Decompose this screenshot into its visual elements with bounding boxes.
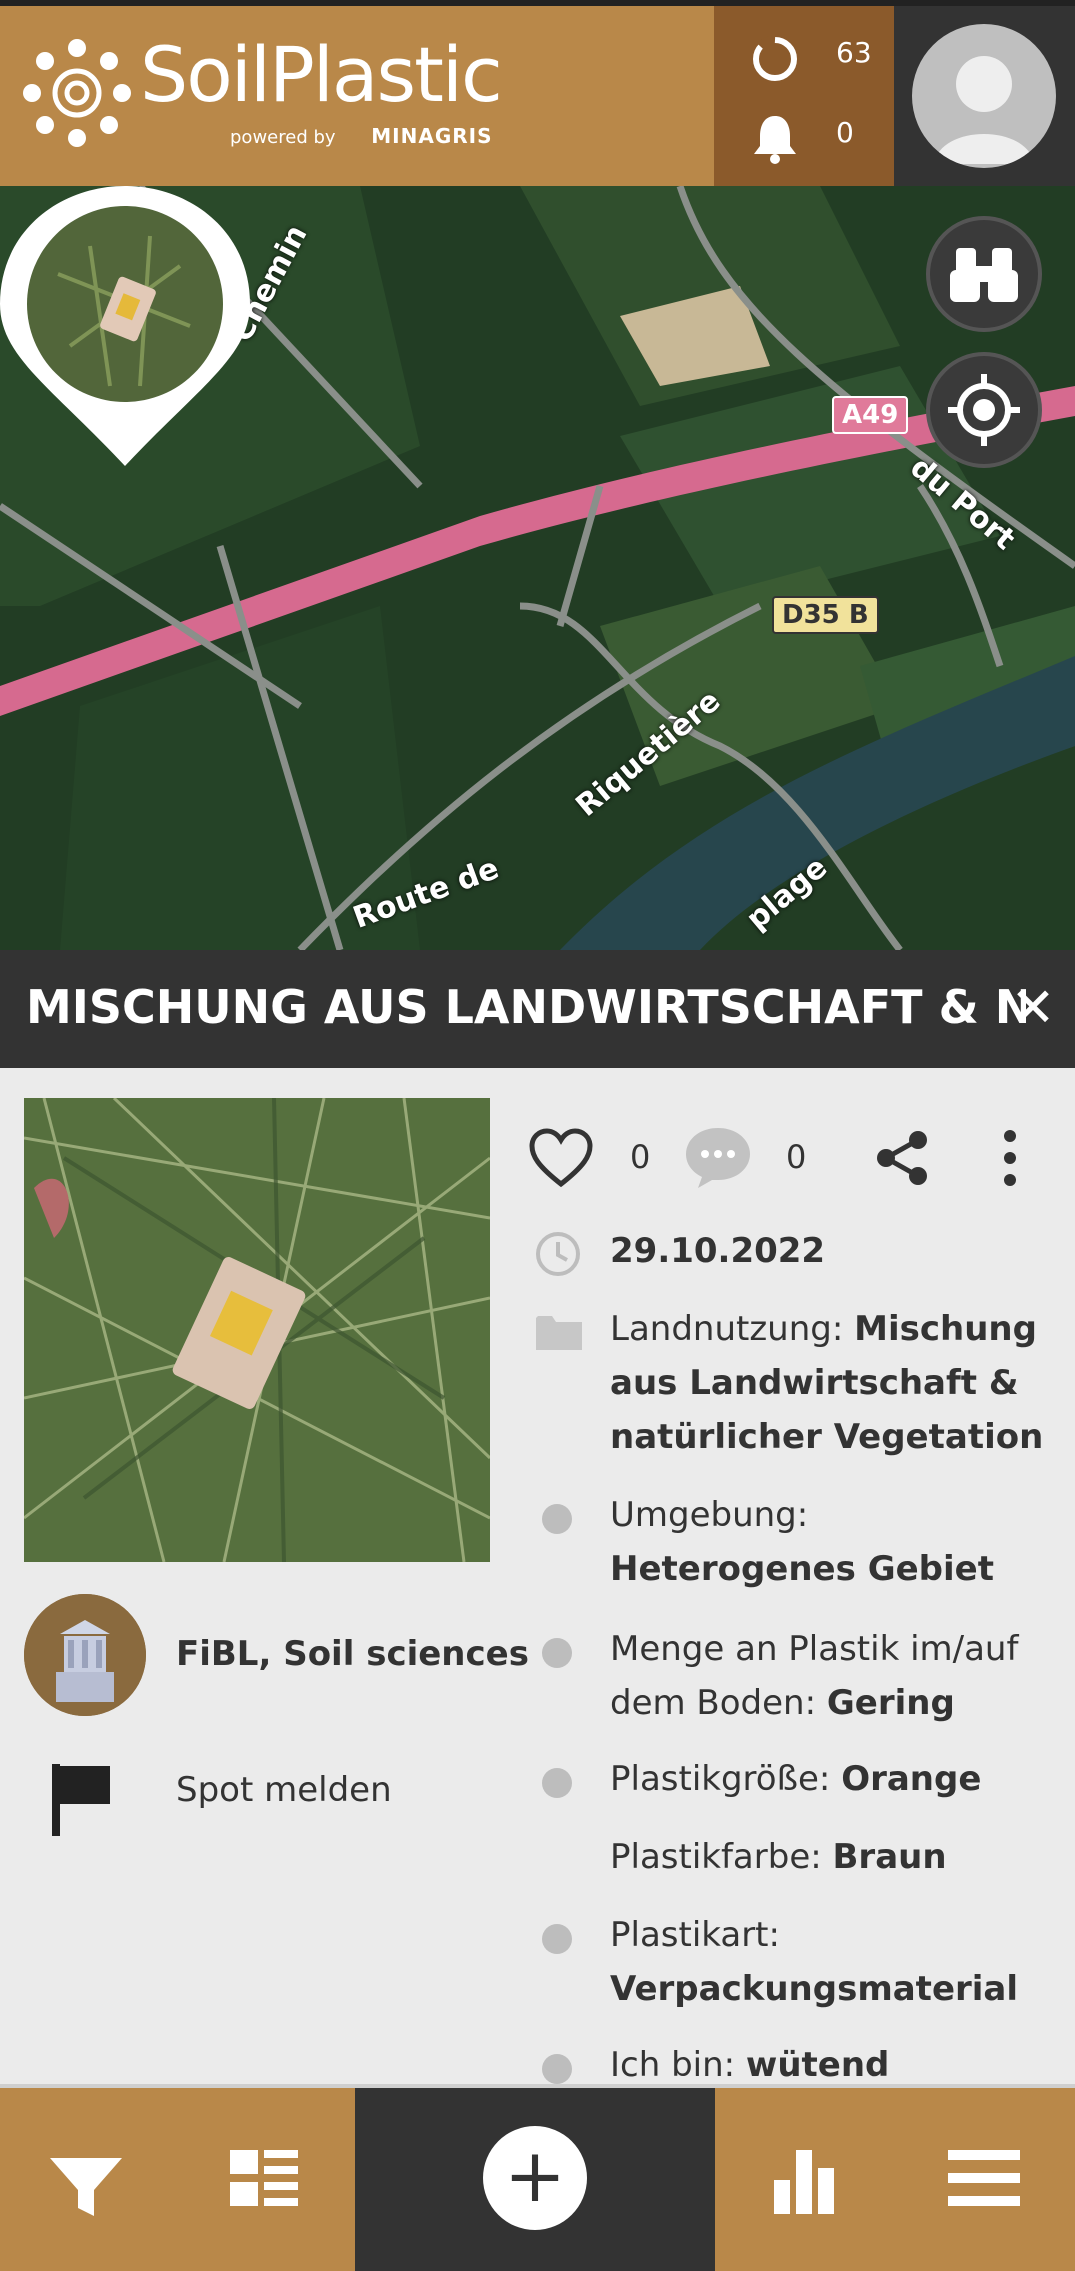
field-value: Heterogenes Gebiet [610,1549,994,1589]
field-landnutzung: Landnutzung: Mischung aus Landwirtschaft… [530,1302,1050,1472]
author-name: FiBL, Soil sciences [176,1634,529,1674]
logo-mark-icon [23,39,131,147]
bullet-icon [542,2054,572,2084]
field-label: Plastikgröße: [610,1759,842,1799]
binoculars-button[interactable] [926,216,1042,332]
spot-title: MISCHUNG AUS LANDWIRTSCHAFT & NATÜRLICHE… [26,980,1026,1034]
field-value: Gering [826,1683,955,1723]
points-counter[interactable]: 63 [736,26,886,86]
field-ich-bin: Ich bin: wütend [530,2038,1050,2084]
spot-photo[interactable] [24,1098,490,1562]
powered-by: powered by MINAGRIS [230,124,493,148]
road-badge-a49: A49 [832,396,909,434]
bell-icon [754,116,796,164]
counters-panel: 63 0 [714,6,894,186]
field-value: wütend [745,2045,890,2084]
close-button[interactable]: ✕ [1005,980,1061,1036]
field-plastikgroesse: Plastikgröße: Orange [530,1752,1050,1808]
likes-count: 0 [630,1138,651,1176]
app-logo[interactable]: SoilPlastic powered by MINAGRIS [22,30,503,156]
field-value: Orange [841,1759,982,1799]
field-label: Plastikfarbe: [610,1837,833,1877]
building-icon [24,1594,146,1716]
field-label: Landnutzung: [610,1309,855,1349]
app: SoilPlastic powered by MINAGRIS 63 0 Che… [0,0,1075,2271]
road-badge-d35b: D35 B [772,596,879,634]
powered-by-text: powered by [230,127,336,148]
field-plastikfarbe: Plastikfarbe: Braun [530,1830,1050,1886]
partner-name: MINAGRIS [371,124,493,148]
header: SoilPlastic powered by MINAGRIS 63 0 [0,0,1075,186]
share-icon[interactable] [872,1128,932,1188]
comment-icon[interactable] [682,1124,754,1190]
map-view[interactable]: Chemin du Port Riquetière Route de plage… [0,186,1075,950]
locate-button[interactable] [926,352,1042,468]
bullet-icon [542,1924,572,1954]
field-value: Verpackungsmaterial [610,1969,1019,2009]
filter-icon[interactable] [26,2118,146,2238]
field-label: Menge an Plastik im/auf dem Boden: [610,1629,1019,1723]
menu-icon[interactable] [924,2118,1044,2238]
notifications-counter[interactable]: 0 [736,106,886,166]
bullet-icon [542,1768,572,1798]
spot-title-bar: MISCHUNG AUS LANDWIRTSCHAFT & NATÜRLICHE… [0,950,1075,1068]
spot-map-pin[interactable] [0,186,250,466]
comments-count: 0 [786,1138,807,1176]
spot-author[interactable]: FiBL, Soil sciences [24,1594,529,1718]
folder-icon [536,1316,582,1350]
profile-area [894,6,1075,186]
spot-actions: 0 0 [524,1118,1054,1198]
spinner-icon [753,36,797,81]
bullet-icon [542,1504,572,1534]
report-label: Spot melden [176,1770,392,1810]
bottom-add-area: + [355,2088,715,2271]
heart-icon[interactable] [528,1128,594,1188]
spot-detail-panel: FiBL, Soil sciences Spot melden 0 0 29.1… [0,1068,1075,2088]
field-value: Braun [832,1837,947,1877]
field-label: Ich bin: [610,2045,746,2084]
bottom-nav: + [0,2088,1075,2271]
stats-icon[interactable] [744,2118,864,2238]
app-title: SoilPlastic [140,30,503,119]
points-count: 63 [836,36,872,69]
author-avatar [24,1594,146,1716]
field-plastikart: Plastikart: Verpackungsmaterial [530,1908,1050,2018]
field-umgebung: Umgebung: Heterogenes Gebiet [530,1488,1050,1598]
spot-date-row: 29.10.2022 [530,1224,1050,1280]
clock-icon [536,1232,580,1276]
field-menge: Menge an Plastik im/auf dem Boden: Gerin… [530,1622,1050,1732]
add-icon[interactable]: + [483,2126,587,2230]
list-icon[interactable] [204,2118,324,2238]
notifications-count: 0 [836,116,854,149]
spot-date: 29.10.2022 [610,1231,826,1271]
bullet-icon [542,1638,572,1668]
binoculars-icon [950,248,1018,302]
field-label: Plastikart: [610,1915,780,1955]
more-options-icon[interactable] [1000,1128,1020,1188]
locate-icon [948,374,1020,446]
field-label: Umgebung: [610,1495,809,1535]
user-avatar-icon[interactable] [912,24,1056,168]
report-spot-link[interactable]: Spot melden [24,1748,494,1838]
flag-icon [52,1764,110,1836]
